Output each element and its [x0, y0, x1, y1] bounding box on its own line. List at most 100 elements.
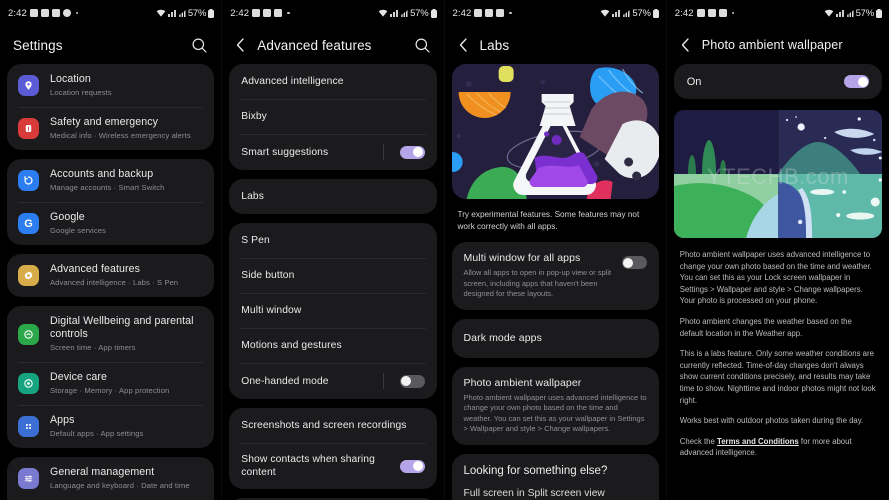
list-item[interactable]: Location Location requests: [7, 64, 214, 107]
panel-photo-ambient-wallpaper: 2:42 57% Photo ambient wallpaper On YTEC…: [666, 0, 889, 500]
list-item-text: Digital Wellbeing and parental controls …: [50, 315, 203, 353]
labs-item-title: Dark mode apps: [463, 331, 542, 344]
list-item[interactable]: General management Language and keyboard…: [7, 457, 214, 500]
list-item-label: One-handed mode: [241, 375, 329, 387]
list-item-subtitle: Advanced intelligence · Labs · S Pen: [50, 278, 179, 287]
list-item-labs[interactable]: Labs: [229, 179, 436, 214]
wifi-icon: [824, 9, 834, 18]
signal-dual-icon: [835, 9, 844, 18]
gallery-icon: [29, 9, 38, 17]
back-chevron-icon[interactable]: [680, 37, 691, 54]
back-chevron-icon[interactable]: [458, 37, 469, 54]
dot-icon: [509, 11, 512, 15]
status-bar-left: 2:42: [8, 7, 79, 19]
list-item-title: Location: [50, 73, 91, 85]
search-icon[interactable]: [414, 37, 431, 54]
smart-suggestions-toggle[interactable]: [399, 145, 425, 159]
list-item-title: Google: [50, 211, 85, 223]
list-item-subtitle: Screen time · App timers: [50, 343, 136, 352]
dot-icon: [287, 11, 290, 15]
settings-group: Screenshots and screen recordings Show c…: [229, 408, 437, 489]
video-icon-2: [496, 9, 505, 17]
list-item[interactable]: Safety and emergency Medical info · Wire…: [7, 107, 214, 150]
list-item[interactable]: Accounts and backup Manage accounts · Sm…: [7, 159, 214, 202]
status-time: 2:42: [230, 7, 250, 19]
list-item-bixby[interactable]: Bixby: [229, 99, 436, 134]
list-item-one-handed-mode[interactable]: One-handed mode: [229, 363, 436, 399]
show-contacts-toggle[interactable]: [399, 459, 425, 473]
list-item-screenshots-and-screen-recordings[interactable]: Screenshots and screen recordings: [229, 408, 436, 443]
labs-item-multi-window-for-all-apps[interactable]: Multi window for all apps Allow all apps…: [452, 242, 659, 310]
list-item-advanced-features[interactable]: Advanced features Advanced intelligence …: [7, 254, 214, 297]
signal-icon: [400, 9, 408, 18]
labs-item-title: Multi window for all apps: [463, 252, 581, 264]
list-item-advanced-intelligence[interactable]: Advanced intelligence: [229, 64, 436, 99]
list-item-multi-window[interactable]: Multi window: [229, 293, 436, 328]
list-item-s-pen[interactable]: S Pen: [229, 223, 436, 258]
list-item[interactable]: G Google Google services: [7, 202, 214, 245]
page-title: Photo ambient wallpaper: [701, 38, 843, 52]
status-bar: 2:42 57%: [445, 0, 666, 26]
labs-item-dark-mode-apps[interactable]: Dark mode apps: [452, 319, 659, 358]
status-bar-right: 57%: [156, 8, 215, 19]
battery-percent: 57%: [410, 7, 429, 19]
master-switch-row[interactable]: On: [673, 64, 882, 99]
photo-ambient-toggle[interactable]: [844, 75, 869, 88]
list-item[interactable]: Digital Wellbeing and parental controls …: [7, 306, 214, 362]
list-item[interactable]: Apps Default apps · App settings: [7, 405, 214, 448]
labs-item-text: Multi window for all apps Allow all apps…: [464, 252, 613, 300]
list-item-show-contacts-when-sharing[interactable]: Show contacts when sharing content: [229, 443, 436, 489]
settings-group: Advanced features Advanced intelligence …: [7, 254, 215, 297]
one-handed-mode-toggle[interactable]: [399, 374, 425, 388]
panel-advanced-features: 2:42 57% Advanced features Advanced inte…: [222, 0, 445, 500]
section-item-full-screen-split[interactable]: Full screen in Split screen view: [452, 480, 659, 500]
location-pin-icon: [18, 75, 39, 96]
settings-list[interactable]: Location Location requests Safety and em…: [0, 64, 221, 500]
list-item-label: Screenshots and screen recordings: [241, 420, 407, 431]
list-item-side-button[interactable]: Side button: [229, 258, 436, 293]
safety-emergency-icon: [18, 118, 39, 139]
list-item[interactable]: Device care Storage · Memory · App prote…: [7, 362, 214, 405]
labs-list[interactable]: Multi window for all apps Allow all apps…: [445, 242, 666, 500]
list-item-text: Safety and emergency Medical info · Wire…: [50, 116, 203, 141]
signal-icon: [846, 9, 854, 18]
settings-group: Labs: [229, 179, 437, 214]
gallery-icon: [696, 9, 705, 17]
labs-item-title: Photo ambient wallpaper: [463, 376, 582, 389]
description-paragraph-1: Photo ambient wallpaper uses advanced in…: [679, 250, 872, 306]
description-paragraph-2: Photo ambient changes the weather based …: [679, 316, 852, 338]
advanced-features-list[interactable]: Advanced intelligence Bixby Smart sugges…: [222, 64, 443, 500]
divider: [382, 144, 384, 160]
page-title: Settings: [13, 37, 63, 53]
labs-group: Dark mode apps: [451, 318, 659, 358]
general-management-icon: [18, 468, 39, 489]
status-time: 2:42: [8, 7, 27, 19]
search-icon[interactable]: [191, 37, 208, 54]
status-bar-right: 57%: [824, 8, 882, 19]
list-item-title: Advanced features: [50, 263, 141, 275]
video-icon-2: [718, 9, 727, 17]
list-item-subtitle: Language and keyboard · Date and time: [50, 481, 190, 490]
labs-item-photo-ambient-wallpaper[interactable]: Photo ambient wallpaper Photo ambient wa…: [452, 367, 659, 445]
status-time: 2:42: [452, 7, 472, 19]
list-item-motions-and-gestures[interactable]: Motions and gestures: [229, 328, 436, 363]
list-item-subtitle: Medical info · Wireless emergency alerts: [50, 131, 191, 140]
list-item-smart-suggestions[interactable]: Smart suggestions: [229, 134, 436, 170]
list-item-title: Accounts and backup: [50, 168, 154, 180]
terms-and-conditions-link[interactable]: Terms and Conditions: [717, 437, 799, 446]
battery-percent: 57%: [632, 7, 651, 19]
multi-window-toggle[interactable]: [621, 256, 647, 269]
list-item-text: General management Language and keyboard…: [50, 466, 203, 491]
list-item-subtitle: Default apps · App settings: [50, 429, 144, 438]
record-icon: [62, 9, 71, 17]
settings-group: Digital Wellbeing and parental controls …: [7, 306, 215, 448]
back-chevron-icon[interactable]: [235, 37, 246, 54]
toggle-knob: [623, 257, 634, 268]
screenshot-strip: 2:42 57% Settings Location Location requ…: [0, 0, 889, 500]
gallery-icon: [474, 9, 483, 17]
wifi-icon: [156, 9, 166, 18]
lab-flask-illustration: [451, 64, 659, 199]
battery-icon: [652, 8, 659, 18]
video-icon: [707, 9, 716, 17]
dot-icon: [75, 11, 79, 15]
